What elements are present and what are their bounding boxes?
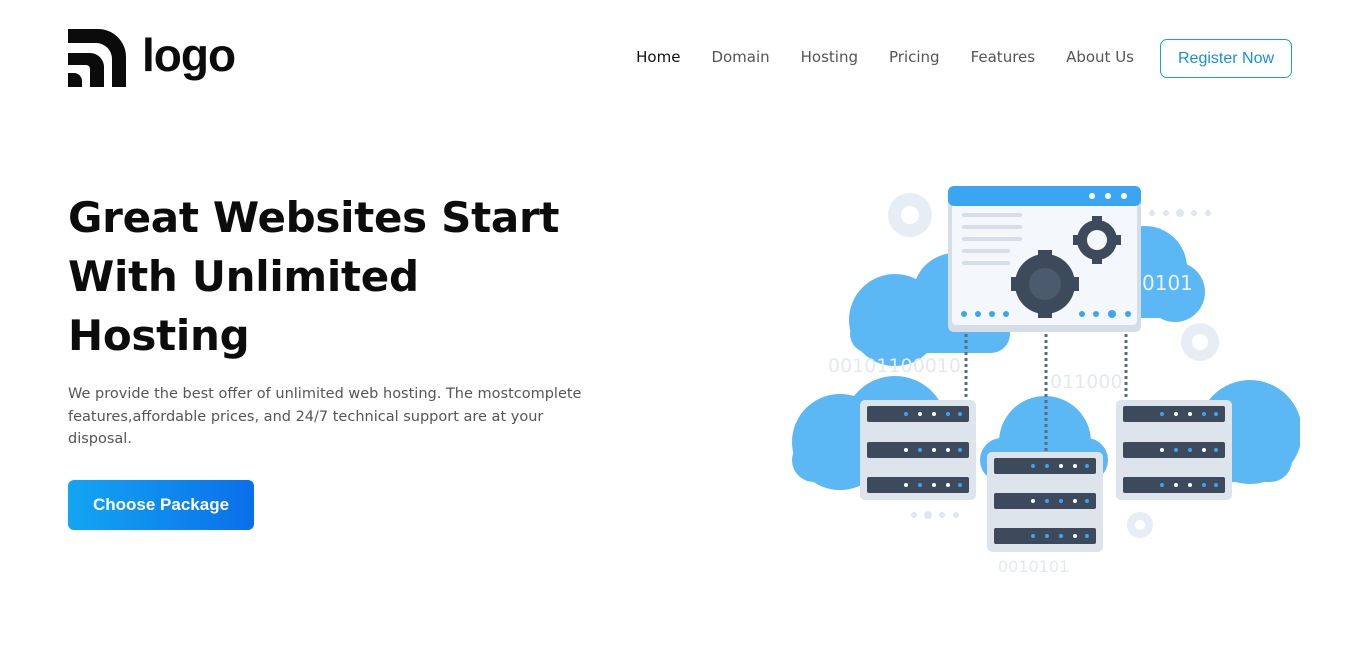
hosting-illustration: 0101 00101100010 011000 0010101 bbox=[792, 186, 1300, 576]
binary-text-1: 0101 bbox=[1142, 271, 1193, 295]
nav-about-us[interactable]: About Us bbox=[1066, 48, 1134, 66]
binary-text-2: 00101100010 bbox=[828, 355, 961, 377]
hero-title-line-2: With Unlimited bbox=[68, 252, 419, 301]
main-nav: Home Domain Hosting Pricing Features Abo… bbox=[636, 48, 1134, 66]
logo-text: logo bbox=[142, 29, 236, 81]
register-now-button[interactable]: Register Now bbox=[1160, 39, 1292, 78]
nav-domain[interactable]: Domain bbox=[711, 48, 769, 66]
hero-title-line-1: Great Websites Start bbox=[68, 193, 560, 242]
nav-pricing[interactable]: Pricing bbox=[889, 48, 940, 66]
binary-text-3: 011000 bbox=[1050, 371, 1123, 393]
hero-description: We provide the best offer of unlimited w… bbox=[68, 386, 582, 447]
logo-icon bbox=[68, 29, 126, 87]
nav-features[interactable]: Features bbox=[971, 48, 1036, 66]
brand-logo[interactable]: logo bbox=[68, 29, 236, 87]
hero-title: Great Websites Start With Unlimited Host… bbox=[68, 188, 588, 365]
binary-text-4: 0010101 bbox=[998, 557, 1069, 576]
choose-package-button[interactable]: Choose Package bbox=[68, 480, 254, 530]
nav-hosting[interactable]: Hosting bbox=[801, 48, 858, 66]
nav-home[interactable]: Home bbox=[636, 48, 680, 66]
hero-title-line-3: Hosting bbox=[68, 311, 250, 360]
